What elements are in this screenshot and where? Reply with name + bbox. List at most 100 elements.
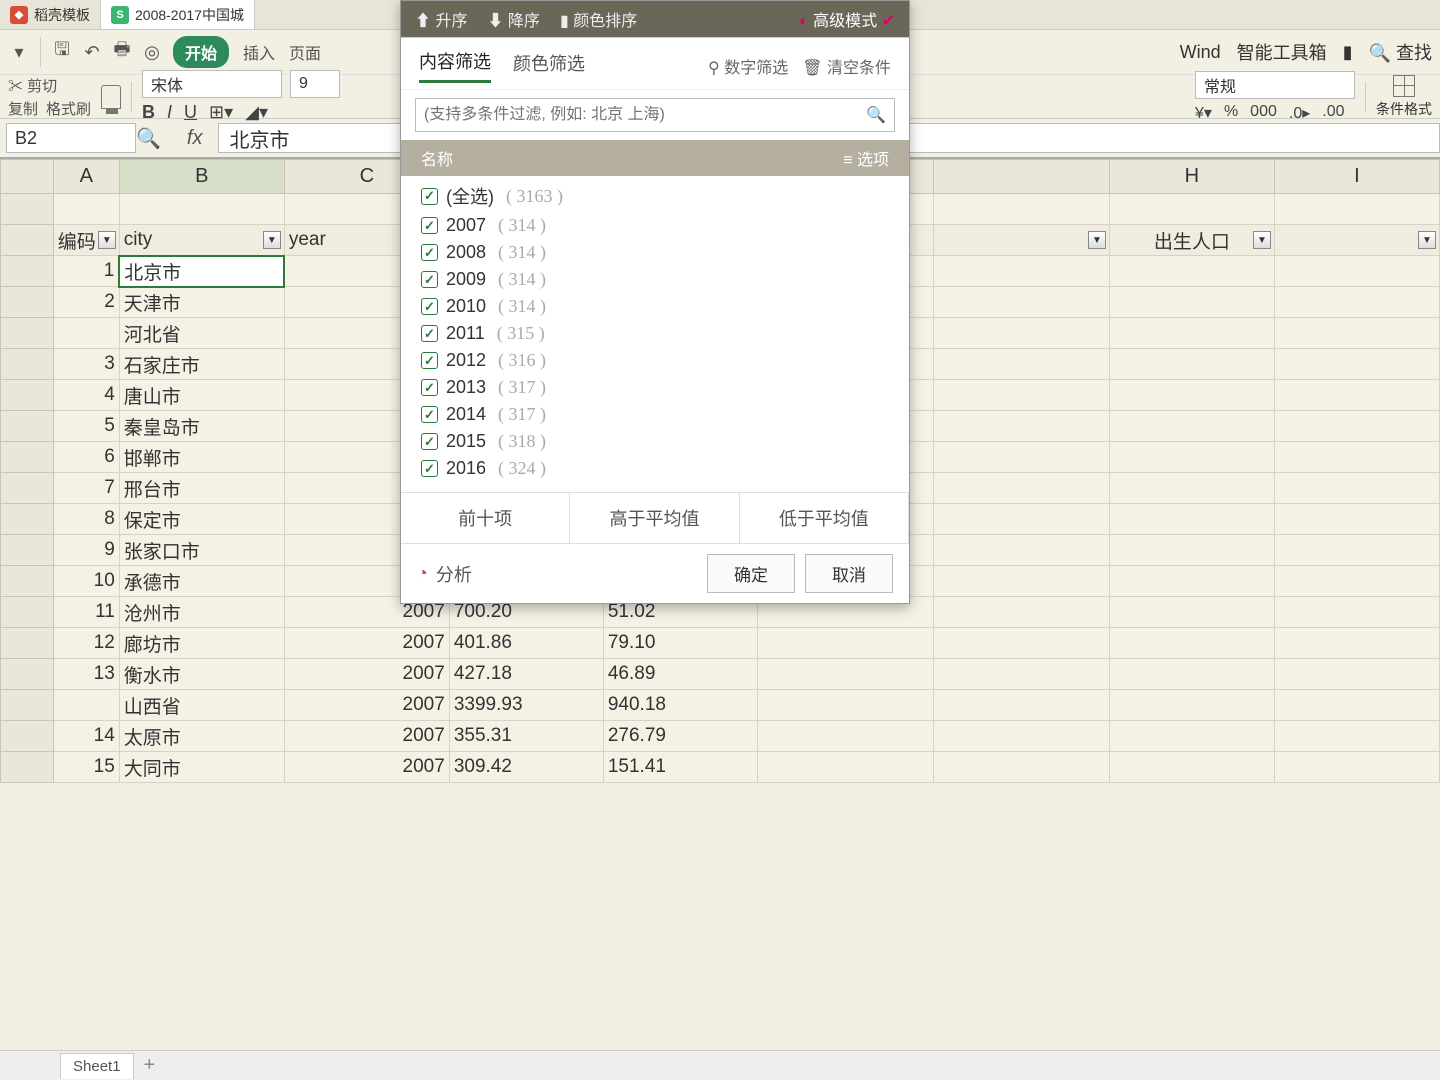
cell[interactable]	[933, 535, 1109, 566]
cell[interactable]	[933, 473, 1109, 504]
row-head[interactable]	[1, 690, 54, 721]
row-head[interactable]	[1, 566, 54, 597]
cell[interactable]	[1109, 504, 1274, 535]
analyze-button[interactable]: ◔ 分析	[417, 561, 472, 587]
cell[interactable]	[1109, 349, 1274, 380]
font-size-input[interactable]: 9	[290, 70, 340, 98]
find-button[interactable]: 🔍 查找	[1369, 39, 1432, 65]
cell[interactable]	[933, 597, 1109, 628]
filter-item[interactable]: ✓2015( 318 )	[421, 428, 889, 455]
cell[interactable]	[933, 721, 1109, 752]
filter-list[interactable]: ✓(全选)( 3163 )✓2007( 314 )✓2008( 314 )✓20…	[401, 176, 909, 492]
row-head[interactable]	[1, 442, 54, 473]
clear-filter-button[interactable]: 🗑 清空条件	[802, 54, 891, 78]
brush-icon[interactable]	[101, 85, 121, 109]
row-head[interactable]	[1, 473, 54, 504]
cell[interactable]: 2007	[284, 721, 449, 752]
tab-content-filter[interactable]: 内容筛选	[419, 48, 491, 83]
cell[interactable]	[1274, 628, 1439, 659]
preview-icon[interactable]: ◎	[141, 41, 163, 63]
condfmt-icon[interactable]	[1393, 75, 1415, 97]
filter-item[interactable]: ✓2009( 314 )	[421, 266, 889, 293]
filter-item[interactable]: ✓(全选)( 3163 )	[421, 180, 889, 212]
cell[interactable]	[1109, 473, 1274, 504]
filter-arrow[interactable]: ▼	[98, 231, 116, 249]
save-icon[interactable]: 🖫	[51, 41, 73, 63]
cell[interactable]	[1109, 597, 1274, 628]
name-search-icon[interactable]: 🔍	[136, 126, 161, 151]
cell[interactable]	[933, 659, 1109, 690]
col-A[interactable]: A	[53, 160, 119, 194]
cell[interactable]	[933, 256, 1109, 287]
cell[interactable]: 1	[53, 256, 119, 287]
cell[interactable]: 46.89	[603, 659, 757, 690]
cell[interactable]: 邯郸市	[119, 442, 284, 473]
cell[interactable]	[757, 752, 933, 783]
sort-asc-button[interactable]: ⬆ 升序	[415, 7, 467, 31]
cell[interactable]: 沧州市	[119, 597, 284, 628]
filter-arrow[interactable]: ▼	[1418, 231, 1436, 249]
row-head[interactable]	[1, 194, 54, 225]
filter-item[interactable]: ✓2016( 324 )	[421, 455, 889, 482]
cell[interactable]	[933, 566, 1109, 597]
checkbox-icon[interactable]: ✓	[421, 433, 438, 450]
menu-page[interactable]: 页面	[289, 40, 321, 64]
cell[interactable]	[933, 628, 1109, 659]
row-head[interactable]	[1, 287, 54, 318]
checkbox-icon[interactable]: ✓	[421, 460, 438, 477]
row-head[interactable]	[1, 256, 54, 287]
row-head[interactable]	[1, 380, 54, 411]
tab-template[interactable]: ◆ 稻壳模板	[0, 0, 101, 29]
row-head[interactable]	[1, 597, 54, 628]
sort-desc-button[interactable]: ⬇ 降序	[487, 7, 539, 31]
row-head[interactable]	[1, 628, 54, 659]
cell[interactable]	[1109, 256, 1274, 287]
cell[interactable]	[1274, 597, 1439, 628]
menu-smart[interactable]: 智能工具箱	[1237, 39, 1327, 65]
ruler-icon[interactable]: ▮	[1343, 42, 1353, 63]
filter-search-input[interactable]	[424, 106, 866, 124]
cell[interactable]: 衡水市	[119, 659, 284, 690]
cell[interactable]: 3399.93	[449, 690, 603, 721]
above-avg-button[interactable]: 高于平均值	[570, 493, 739, 543]
bold-button[interactable]: B	[142, 102, 155, 123]
cell[interactable]	[757, 690, 933, 721]
number-filter-button[interactable]: ⚲ 数字筛选	[708, 54, 788, 78]
filter-item[interactable]: ✓2012( 316 )	[421, 347, 889, 374]
cell[interactable]	[53, 690, 119, 721]
cell[interactable]: 石家庄市	[119, 349, 284, 380]
cell[interactable]: 承德市	[119, 566, 284, 597]
cancel-button[interactable]: 取消	[805, 554, 893, 593]
cell[interactable]	[933, 411, 1109, 442]
cell[interactable]: 355.31	[449, 721, 603, 752]
cell[interactable]	[1109, 287, 1274, 318]
cell[interactable]: 天津市	[119, 287, 284, 318]
row-head[interactable]	[1, 225, 54, 256]
row-head[interactable]	[1, 659, 54, 690]
row-head[interactable]	[1, 318, 54, 349]
cell[interactable]	[1109, 566, 1274, 597]
checkbox-icon[interactable]: ✓	[421, 271, 438, 288]
cell[interactable]: 9	[53, 535, 119, 566]
filter-item[interactable]: ✓2008( 314 )	[421, 239, 889, 266]
cell[interactable]	[933, 690, 1109, 721]
undo-icon[interactable]: ↶	[81, 41, 103, 63]
sort-color-button[interactable]: ▮ 颜色排序	[560, 7, 637, 31]
cell[interactable]: 309.42	[449, 752, 603, 783]
format-brush-button[interactable]: 格式刷	[46, 98, 91, 119]
cell[interactable]: 秦皇岛市	[119, 411, 284, 442]
row-head[interactable]	[1, 535, 54, 566]
menu-wind[interactable]: Wind	[1180, 42, 1221, 63]
cell[interactable]: 张家口市	[119, 535, 284, 566]
checkbox-icon[interactable]: ✓	[421, 406, 438, 423]
cell[interactable]	[933, 504, 1109, 535]
filter-arrow[interactable]: ▼	[263, 231, 281, 249]
cell[interactable]	[1274, 287, 1439, 318]
filter-search[interactable]: 🔍	[415, 98, 895, 132]
cell[interactable]	[933, 752, 1109, 783]
cell[interactable]: 12	[53, 628, 119, 659]
below-avg-button[interactable]: 低于平均值	[740, 493, 909, 543]
advanced-mode-toggle[interactable]: ◐ 高级模式 ✔	[799, 7, 895, 31]
filter-item[interactable]: ✓2010( 314 )	[421, 293, 889, 320]
cell[interactable]	[933, 318, 1109, 349]
